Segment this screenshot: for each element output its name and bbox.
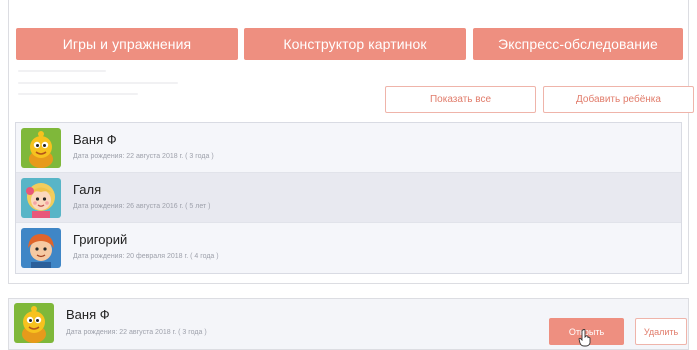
faint-divider — [18, 82, 178, 84]
child-name: Ваня Ф — [66, 307, 110, 322]
child-birthdate: Дата рождения: 20 февраля 2018 г. ( 4 го… — [73, 253, 219, 260]
hand-cursor-icon — [578, 329, 591, 347]
show-all-button[interactable]: Показать все — [385, 86, 536, 113]
faint-divider — [18, 70, 106, 72]
yellow-creature-avatar-icon — [14, 303, 54, 343]
child-name: Галя — [73, 182, 102, 197]
child-name: Григорий — [73, 232, 128, 247]
show-all-button-label: Показать все — [429, 94, 492, 105]
delete-button-label: Удалить — [643, 326, 679, 337]
add-child-button[interactable]: Добавить ребёнка — [543, 86, 694, 113]
picture-constructor-button[interactable]: Конструктор картинок — [244, 28, 466, 60]
delete-button[interactable]: Удалить — [635, 318, 687, 345]
redhead-boy-avatar-icon — [21, 228, 61, 268]
blonde-girl-avatar-icon — [21, 178, 61, 218]
add-child-button-label: Добавить ребёнка — [576, 94, 661, 105]
child-name: Ваня Ф — [73, 132, 117, 147]
child-row[interactable]: Григорий Дата рождения: 20 февраля 2018 … — [16, 223, 681, 273]
child-birthdate: Дата рождения: 26 августа 2016 г. ( 5 ле… — [73, 203, 211, 210]
yellow-creature-avatar-icon — [21, 128, 61, 168]
games-button[interactable]: Игры и упражнения — [16, 28, 238, 60]
child-row[interactable]: Ваня Ф Дата рождения: 22 августа 2018 г.… — [16, 123, 681, 173]
faint-divider — [18, 93, 138, 95]
games-button-label: Игры и упражнения — [62, 36, 192, 52]
picture-constructor-button-label: Конструктор картинок — [283, 36, 427, 52]
child-row[interactable]: Галя Дата рождения: 26 августа 2016 г. (… — [16, 173, 681, 223]
express-exam-button-label: Экспресс-обследование — [498, 36, 658, 52]
express-exam-button[interactable]: Экспресс-обследование — [473, 28, 683, 60]
child-birthdate: Дата рождения: 22 августа 2018 г. ( 3 го… — [73, 153, 214, 160]
children-list: Ваня Ф Дата рождения: 22 августа 2018 г.… — [15, 122, 682, 274]
child-birthdate: Дата рождения: 22 августа 2018 г. ( 3 го… — [66, 329, 207, 336]
